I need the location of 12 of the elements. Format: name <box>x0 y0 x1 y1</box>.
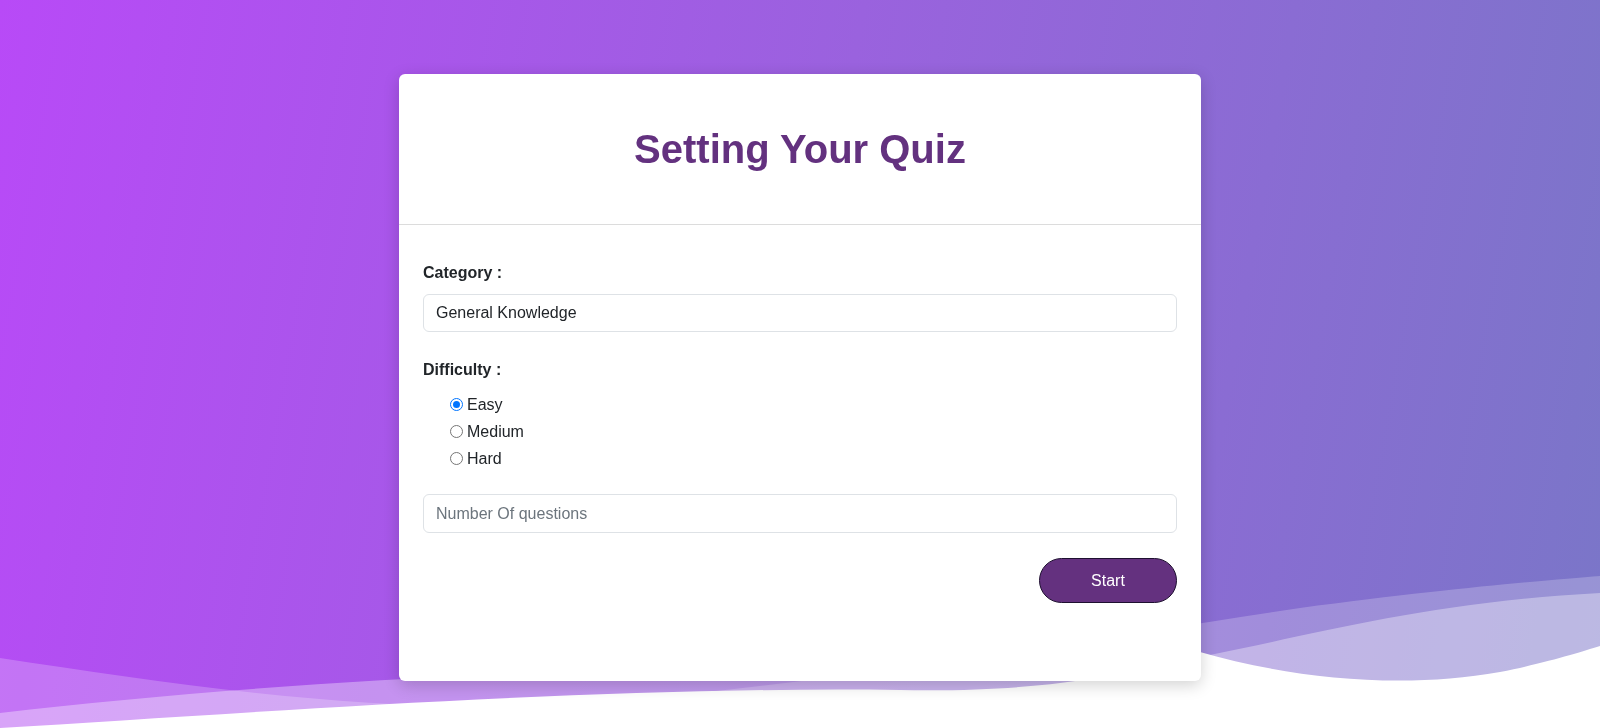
card-title: Setting Your Quiz <box>634 126 966 173</box>
category-label: Category : <box>423 263 504 283</box>
radio-label[interactable]: Medium <box>467 419 524 444</box>
category-field[interactable]: General Knowledge <box>423 294 1177 332</box>
start-button[interactable]: Start <box>1039 558 1177 603</box>
difficulty-label: Difficulty : <box>423 360 503 380</box>
questions-field[interactable]: Number Of questions <box>423 494 1177 533</box>
radio-button[interactable] <box>450 398 463 411</box>
radio-label[interactable]: Easy <box>467 392 503 417</box>
radio-label[interactable]: Hard <box>467 446 502 471</box>
radio-button[interactable] <box>450 425 463 438</box>
radio-button[interactable] <box>450 452 463 465</box>
